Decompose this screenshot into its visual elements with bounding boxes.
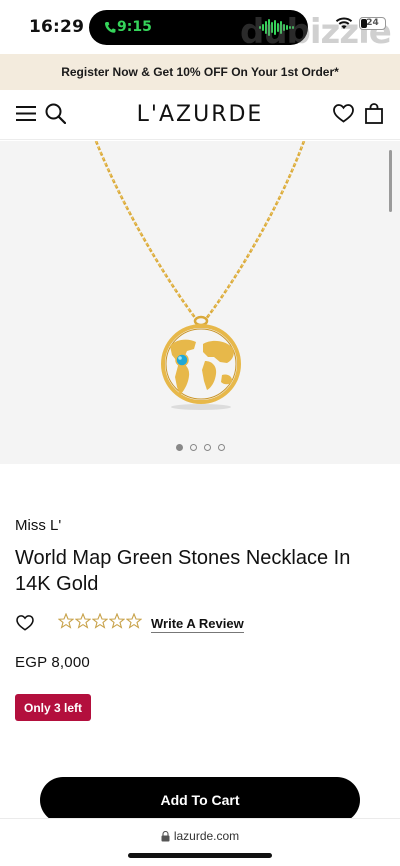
status-bar: 16:29 9:15 dubizzle 24: [0, 0, 400, 54]
site-header: L'AZURDE: [0, 90, 400, 140]
wifi-icon: [335, 17, 353, 29]
stock-badge: Only 3 left: [15, 694, 91, 721]
star-icon[interactable]: [58, 613, 74, 629]
status-indicators: 24: [335, 17, 386, 30]
heart-icon[interactable]: [333, 104, 354, 123]
lock-icon: [161, 830, 170, 841]
status-time: 16:29: [29, 17, 85, 37]
shopping-bag-icon[interactable]: [365, 103, 383, 124]
star-icon[interactable]: [126, 613, 142, 629]
wishlist-heart-icon[interactable]: [16, 615, 34, 631]
promo-text[interactable]: Register Now & Get 10% OFF On Your 1st O…: [61, 65, 339, 79]
home-indicator[interactable]: [128, 853, 272, 858]
browser-address-bar[interactable]: lazurde.com: [0, 818, 400, 866]
carousel-dot-1[interactable]: [175, 444, 183, 451]
star-icon[interactable]: [109, 613, 125, 629]
carousel-dots: [0, 444, 400, 451]
promo-banner[interactable]: Register Now & Get 10% OFF On Your 1st O…: [0, 54, 400, 90]
carousel-dot-2[interactable]: [189, 444, 197, 451]
product-image-gallery[interactable]: [0, 141, 400, 464]
product-title: World Map Green Stones Necklace In 14K G…: [15, 547, 351, 595]
url-display[interactable]: lazurde.com: [0, 829, 400, 843]
product-price: EGP 8,000: [15, 654, 90, 671]
star-icon[interactable]: [92, 613, 108, 629]
call-duration: 9:15: [117, 19, 152, 35]
phone-icon: [104, 22, 116, 33]
rating-row: Write A Review: [15, 612, 385, 634]
write-review-link[interactable]: Write A Review: [151, 616, 244, 633]
url-text[interactable]: lazurde.com: [174, 829, 239, 843]
add-to-cart-button[interactable]: Add To Cart: [40, 777, 360, 823]
battery-level: 24: [366, 18, 379, 28]
active-call-pill[interactable]: 9:15: [95, 16, 155, 39]
carousel-dot-3[interactable]: [203, 444, 211, 451]
page-scrollbar[interactable]: [389, 150, 392, 212]
necklace-product-image: [94, 141, 306, 410]
product-brand[interactable]: Miss L': [15, 517, 61, 534]
star-rating[interactable]: [58, 613, 142, 629]
star-icon[interactable]: [75, 613, 91, 629]
carousel-dot-4[interactable]: [217, 444, 225, 451]
battery-icon: 24: [359, 17, 386, 30]
